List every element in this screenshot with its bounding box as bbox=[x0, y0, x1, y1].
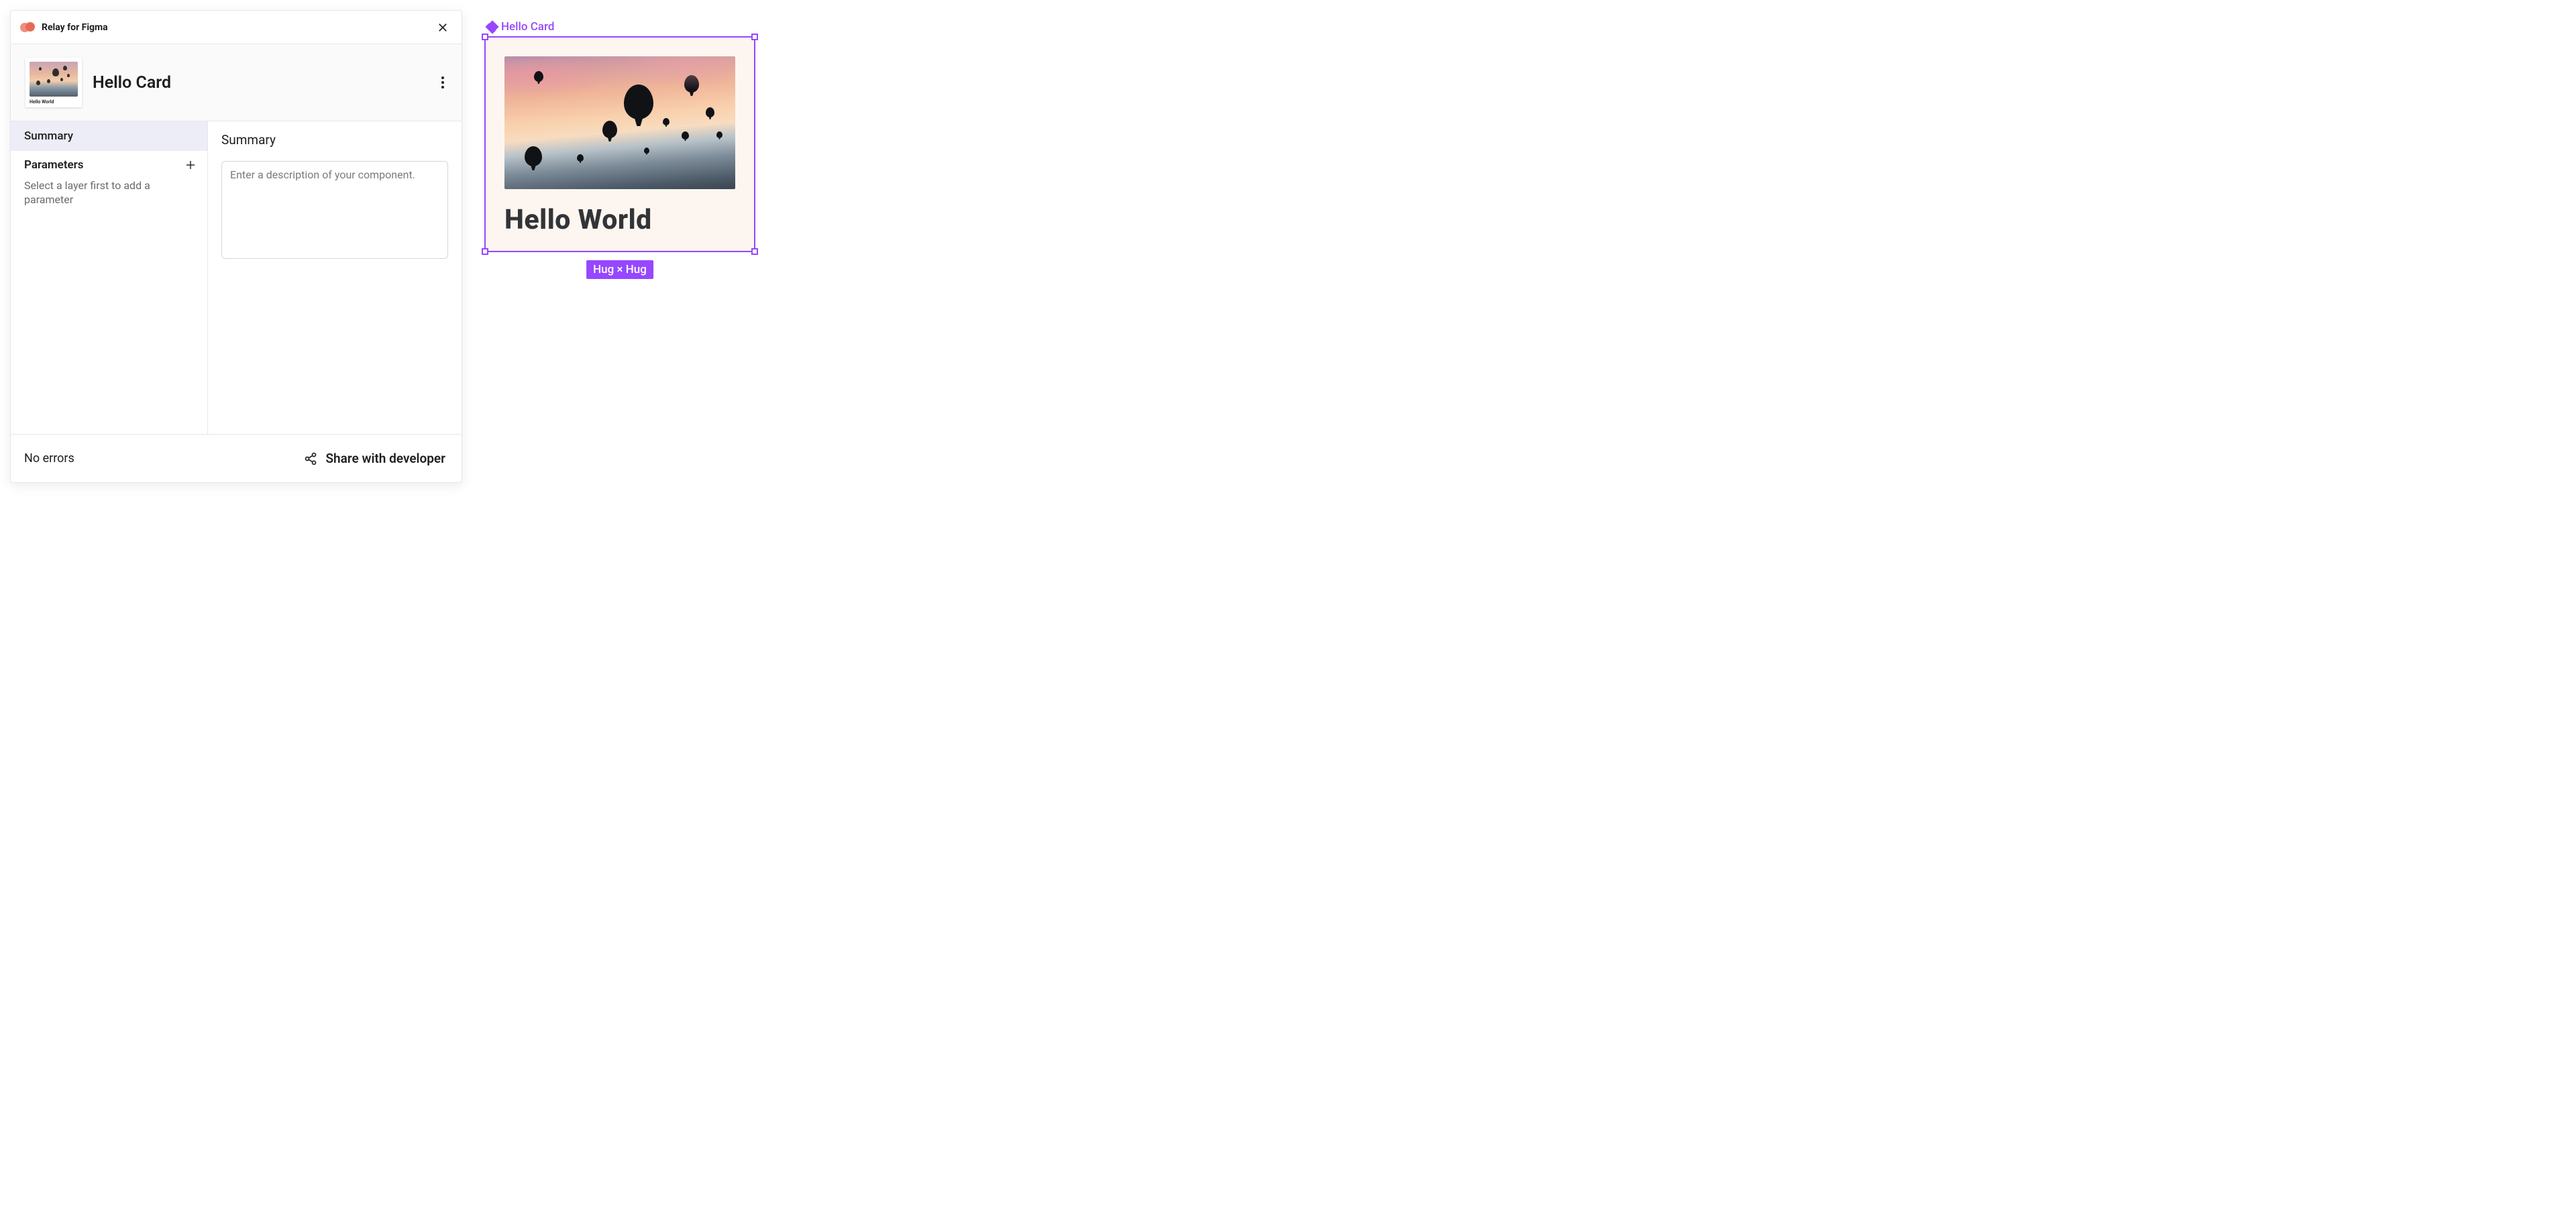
selection-handle-bl[interactable] bbox=[482, 248, 488, 255]
panel-sidebar: Summary Parameters Select a layer first … bbox=[11, 121, 208, 434]
parameters-header: Parameters bbox=[11, 151, 207, 175]
relay-logo-icon bbox=[20, 22, 35, 33]
main-heading: Summary bbox=[221, 132, 448, 148]
component-title: Hello Card bbox=[93, 73, 424, 93]
relay-plugin-panel: Relay for Figma Hello World Hello Card bbox=[10, 10, 462, 483]
more-vertical-icon bbox=[441, 76, 444, 89]
thumbnail-image bbox=[30, 62, 78, 97]
share-icon bbox=[304, 452, 317, 465]
add-parameter-button[interactable] bbox=[183, 158, 198, 172]
share-button[interactable]: Share with developer bbox=[304, 451, 445, 466]
frame-label[interactable]: Hello Card bbox=[487, 20, 755, 34]
panel-main: Summary bbox=[208, 121, 462, 434]
thumbnail-text: Hello World bbox=[30, 99, 78, 105]
card-image[interactable] bbox=[504, 56, 735, 189]
frame-name: Hello Card bbox=[501, 20, 554, 34]
component-icon bbox=[487, 22, 497, 32]
selection-handle-br[interactable] bbox=[751, 248, 758, 255]
close-button[interactable] bbox=[435, 19, 451, 36]
status-text: No errors bbox=[24, 451, 304, 465]
figma-canvas[interactable]: Hello Card Hello World bbox=[484, 20, 755, 252]
plugin-header: Relay for Figma bbox=[11, 11, 462, 44]
constraint-badge: Hug × Hug bbox=[586, 260, 653, 279]
selection-handle-tr[interactable] bbox=[751, 34, 758, 40]
more-options-button[interactable] bbox=[435, 74, 451, 91]
panel-footer: No errors Share with developer bbox=[11, 434, 462, 482]
plugin-title: Relay for Figma bbox=[42, 22, 428, 33]
component-thumbnail: Hello World bbox=[25, 58, 82, 107]
card-title[interactable]: Hello World bbox=[504, 204, 735, 236]
panel-body: Summary Parameters Select a layer first … bbox=[11, 121, 462, 434]
selected-frame[interactable]: Hello World bbox=[484, 36, 755, 252]
close-icon bbox=[437, 21, 449, 34]
plus-icon bbox=[184, 159, 197, 171]
parameters-hint: Select a layer first to add a parameter bbox=[11, 175, 207, 211]
tab-summary[interactable]: Summary bbox=[11, 121, 207, 151]
selection-handle-tl[interactable] bbox=[482, 34, 488, 40]
share-label: Share with developer bbox=[325, 451, 445, 466]
parameters-title: Parameters bbox=[24, 158, 183, 172]
description-input[interactable] bbox=[221, 161, 448, 259]
component-header: Hello World Hello Card bbox=[11, 44, 462, 121]
hello-card[interactable]: Hello World bbox=[486, 38, 754, 251]
selection-wrapper: Hello World Hug × Hug bbox=[484, 36, 755, 252]
